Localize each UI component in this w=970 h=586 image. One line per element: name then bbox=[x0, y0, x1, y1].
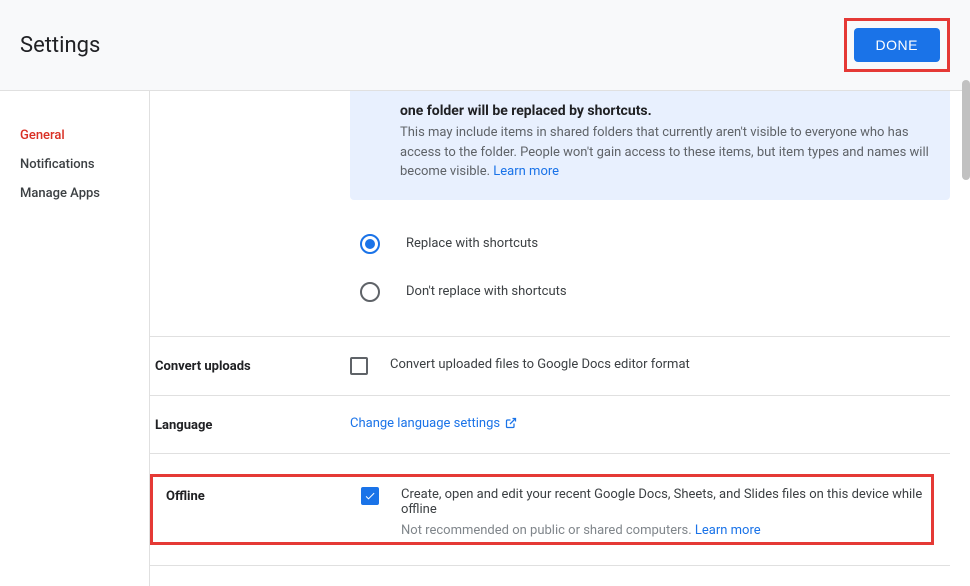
page-title: Settings bbox=[20, 33, 100, 58]
divider bbox=[150, 395, 950, 396]
divider bbox=[150, 565, 950, 566]
done-button[interactable]: DONE bbox=[854, 28, 940, 62]
scrollbar[interactable] bbox=[962, 80, 970, 180]
checkbox-offline[interactable] bbox=[361, 487, 379, 505]
radio-replace-shortcuts[interactable] bbox=[360, 234, 380, 254]
radio-label-replace: Replace with shortcuts bbox=[406, 236, 538, 251]
external-link-icon bbox=[505, 417, 517, 429]
sidebar-item-manage-apps[interactable]: Manage Apps bbox=[20, 179, 149, 208]
divider bbox=[150, 453, 950, 454]
done-highlight: DONE bbox=[844, 18, 950, 72]
language-settings-link[interactable]: Change language settings bbox=[350, 416, 517, 431]
radio-label-dont-replace: Don't replace with shortcuts bbox=[406, 284, 567, 299]
info-text: This may include items in shared folders… bbox=[400, 123, 932, 182]
shortcuts-info-box: one folder will be replaced by shortcuts… bbox=[350, 91, 950, 200]
offline-subtext: Not recommended on public or shared comp… bbox=[401, 523, 761, 538]
divider bbox=[150, 336, 950, 337]
convert-text: Convert uploaded files to Google Docs ed… bbox=[390, 357, 690, 372]
section-label-convert: Convert uploads bbox=[155, 357, 350, 374]
sidebar-item-general[interactable]: General bbox=[20, 121, 149, 150]
info-text-body: This may include items in shared folders… bbox=[400, 125, 929, 179]
info-title: one folder will be replaced by shortcuts… bbox=[400, 103, 932, 119]
radio-dont-replace[interactable] bbox=[360, 282, 380, 302]
offline-highlight: Offline Create, open and edit your recen… bbox=[150, 474, 934, 545]
offline-learn-more-link[interactable]: Learn more bbox=[695, 523, 761, 538]
sidebar-item-notifications[interactable]: Notifications bbox=[20, 150, 149, 179]
language-link-text: Change language settings bbox=[350, 416, 500, 431]
checkbox-convert-uploads[interactable] bbox=[350, 357, 368, 375]
main-content: one folder will be replaced by shortcuts… bbox=[150, 91, 970, 586]
offline-text: Create, open and edit your recent Google… bbox=[401, 487, 923, 517]
sidebar: General Notifications Manage Apps bbox=[0, 91, 150, 586]
learn-more-link[interactable]: Learn more bbox=[493, 164, 559, 179]
section-label-offline: Offline bbox=[166, 487, 361, 504]
offline-sub-body: Not recommended on public or shared comp… bbox=[401, 523, 695, 538]
section-label-language: Language bbox=[155, 416, 350, 433]
